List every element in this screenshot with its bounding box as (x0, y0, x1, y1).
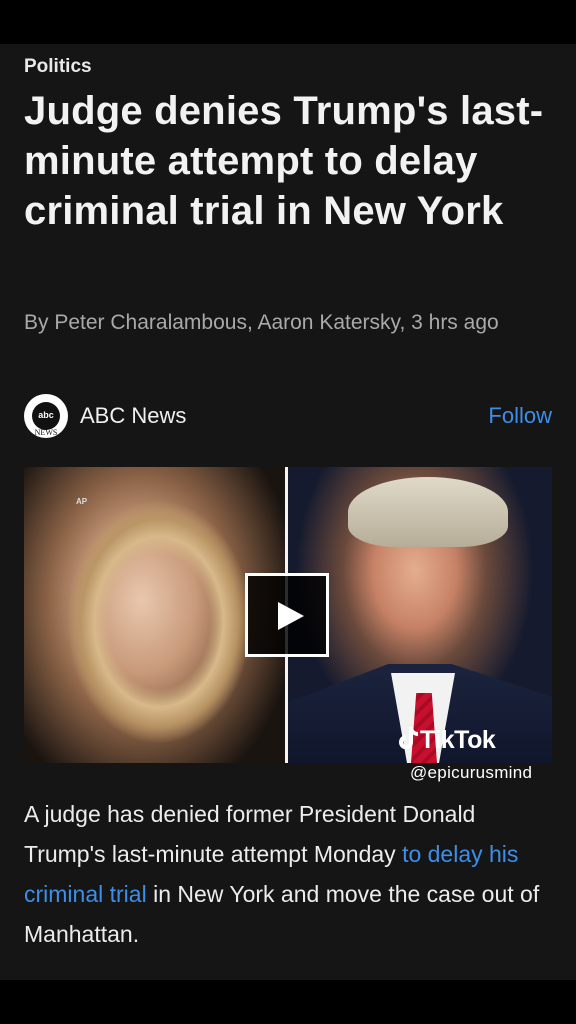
source-name[interactable]: ABC News (80, 403, 186, 429)
abc-logo-circle: abc (32, 402, 60, 430)
video-thumbnail[interactable]: AP (24, 467, 552, 763)
source-row: abc NEWS ABC News Follow (24, 394, 552, 438)
abc-news-logo[interactable]: abc NEWS (24, 394, 68, 438)
article-category[interactable]: Politics (24, 56, 92, 78)
photo-credit: AP (76, 497, 88, 506)
photo-right-hair (348, 477, 508, 547)
tiktok-label: TikTok (420, 726, 496, 754)
follow-button[interactable]: Follow (488, 403, 552, 429)
article-headline: Judge denies Trump's last-minute attempt… (24, 89, 544, 233)
play-button[interactable] (245, 573, 329, 657)
abc-logo-text: abc (38, 410, 54, 420)
news-logo-text: NEWS (34, 428, 58, 437)
tiktok-icon (399, 727, 418, 750)
article-byline: By Peter Charalambous, Aaron Katersky, 3… (24, 311, 499, 334)
article-page: Politics Judge denies Trump's last-minut… (0, 44, 576, 980)
photo-left-hair (44, 487, 274, 757)
article-body: A judge has denied former President Dona… (24, 794, 554, 954)
tiktok-watermark: TikTok (398, 725, 496, 755)
tiktok-handle: @epicurusmind (410, 763, 533, 782)
play-icon (278, 602, 304, 630)
